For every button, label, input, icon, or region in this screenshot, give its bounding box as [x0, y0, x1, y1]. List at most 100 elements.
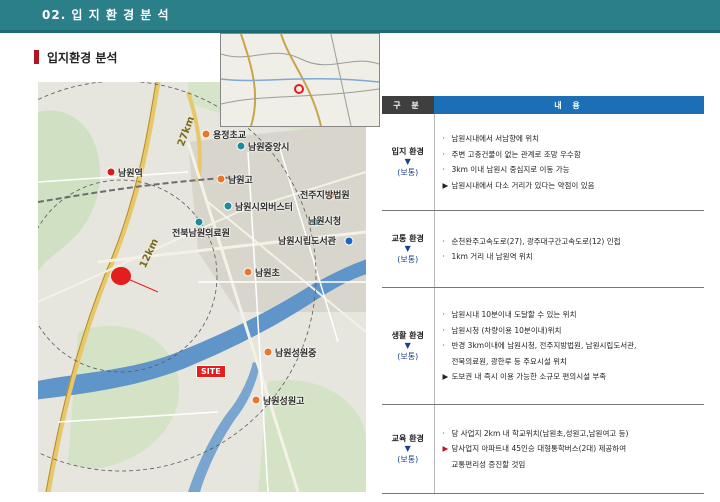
down-arrow-icon: ▼ [404, 244, 411, 253]
inset-map-graphic [221, 34, 379, 126]
arrow-right-icon: ▶ [442, 372, 449, 382]
rating-label: (보통) [397, 168, 419, 177]
bullet-text: 전북의료원, 광한루 등 주요시설 위치 [451, 356, 567, 366]
category-cell: 교통 환경 ▼ (보통) [382, 210, 435, 288]
school-dot [243, 267, 253, 277]
content-cell: · 당 사업지 2km 내 학교위치(남원초,성원고,남원여고 등) ▶ 당사업지 … [434, 404, 704, 494]
place-label: 남원시외버스터 [235, 203, 293, 213]
rating-label: (보통) [397, 455, 419, 464]
river-branch [188, 362, 260, 492]
bullet-text: 남원시내 10분이내 도달할 수 있는 위치 [451, 310, 577, 320]
site-label: SITE [196, 365, 226, 378]
bullet-text: 당 사업지 2km 내 학교위치(남원초,성원고,남원여고 등) [451, 428, 629, 438]
table-row: 입지 환경 ▼ (보통) · 남원시내에서 서남향에 위치 · 주변 고층건물이 없… [382, 114, 704, 211]
table-header-row: 구 분 내 용 [382, 96, 704, 114]
category-cell: 교육 환경 ▼ (보통) [382, 404, 435, 494]
bullet-item: · 남원시내 10분이내 도달할 수 있는 위치 [443, 307, 697, 323]
facility-dot [236, 141, 246, 151]
content-cell: · 남원시내 10분이내 도달할 수 있는 위치 · 남원시청 (차량이용 10분이… [434, 287, 704, 405]
bullet-item: · 남원시내에서 서남향에 위치 [443, 131, 697, 147]
place-label: 남원초 [255, 269, 280, 279]
bullet-item: · 반경 3km이내에 남원시청, 전주지방법원, 남원시립도서관, [443, 338, 697, 354]
bullet-icon: · [442, 149, 445, 159]
category-name: 입지 환경 [391, 147, 424, 156]
school-dot [216, 174, 226, 184]
bullet-item: · 주변 고층건물이 없는 관계로 조망 우수함 [443, 147, 697, 163]
category-name: 생활 환경 [391, 331, 424, 340]
analysis-table: 구 분 내 용 입지 환경 ▼ (보통) · 남원시내에서 서남향에 위치 · 주변… [382, 96, 704, 494]
facility-dot [223, 201, 233, 211]
bullet-icon: · [442, 325, 445, 335]
bullet-item: · 1km 거리 내 남원역 위치 [443, 249, 697, 265]
place-label: 전북남원의료원 [172, 229, 230, 239]
section-title-text: 입지환경 분석 [47, 51, 118, 65]
bullet-item: ▶ 남원시내에서 다소 거리가 있다는 약점이 있음 [443, 178, 697, 194]
hill-area [38, 110, 100, 272]
bullet-text: 주변 고층건물이 없는 관계로 조망 우수함 [451, 149, 581, 159]
school-dot [201, 129, 211, 139]
arrow-right-icon: ▶ [442, 444, 449, 454]
place-label: 남원성원중 [275, 349, 317, 359]
content-cell: · 남원시내에서 서남향에 위치 · 주변 고층건물이 없는 관계로 조망 우수함 … [434, 114, 704, 211]
place-label: 전주지방법원 [300, 191, 350, 201]
section-marker [34, 50, 39, 64]
bullet-text: 3km 이내 남원시 중심지로 이동 가능 [451, 165, 570, 174]
bullet-text: 도보권 내 즉시 이용 가능한 소규모 편의시설 부족 [451, 372, 607, 382]
inset-river [221, 78, 379, 83]
bullet-icon: · [442, 341, 445, 351]
arrow-right-icon: ▶ [442, 180, 449, 190]
place-label: 남원시청 [308, 217, 342, 227]
table-row: 교육 환경 ▼ (보통) · 당 사업지 2km 내 학교위치(남원초,성원고,남… [382, 404, 704, 494]
content-cell: · 순천완주고속도로(27), 광주대구간고속도로(12) 인접 · 1km 거리 … [434, 210, 704, 288]
category-name: 교육 환경 [391, 434, 424, 443]
site-marker [111, 267, 131, 285]
place-label: 남원역 [118, 169, 143, 179]
inset-road [221, 88, 379, 105]
place-label: 남원성원고 [263, 397, 305, 407]
hill-area [68, 325, 180, 469]
down-arrow-icon: ▼ [404, 157, 411, 166]
bullet-item: · 당 사업지 2km 내 학교위치(남원초,성원고,남원여고 등) [443, 426, 697, 442]
table-row: 생활 환경 ▼ (보통) · 남원시내 10분이내 도달할 수 있는 위치 · 남원… [382, 287, 704, 405]
place-label: 남원고 [228, 176, 253, 186]
table-row: 교통 환경 ▼ (보통) · 순천완주고속도로(27), 광주대구간고속도로(12… [382, 210, 704, 288]
bullet-text: 1km 거리 내 남원역 위치 [451, 252, 533, 261]
header-category: 구 분 [382, 96, 434, 114]
city-hall-dot [344, 236, 354, 246]
inset-road [221, 52, 379, 66]
bullet-continuation: 전북의료원, 광한루 등 주요시설 위치 [443, 354, 697, 370]
inset-site-marker [294, 84, 304, 94]
rating-label: (보통) [397, 352, 419, 361]
page-header-title: 02. 입 지 환 경 분 석 [42, 8, 170, 22]
bullet-icon: · [442, 428, 445, 438]
down-arrow-icon: ▼ [404, 341, 411, 350]
school-dot [251, 395, 261, 405]
bullet-text: 당사업지 아파트내 45인승 대형통학버스(2대) 제공하여 [451, 444, 627, 454]
location-map: 27km 12km 남원역 용정초교 남원중앙시 남원고 남원시외버스터 전북남… [38, 82, 366, 492]
category-cell: 생활 환경 ▼ (보통) [382, 287, 435, 405]
header-bar: 02. 입 지 환 경 분 석 [0, 0, 720, 33]
header-content: 내 용 [434, 96, 704, 114]
station-dot [106, 167, 116, 177]
category-cell: 입지 환경 ▼ (보통) [382, 114, 435, 211]
bullet-icon: · [442, 310, 445, 320]
bullet-text: 남원시청 (차량이용 10분이내)위치 [451, 325, 562, 335]
bullet-icon: · [442, 165, 445, 174]
bullet-text: 남원시내에서 다소 거리가 있다는 약점이 있음 [451, 180, 595, 190]
rating-label: (보통) [397, 255, 419, 264]
inset-map [220, 33, 380, 127]
category-name: 교통 환경 [391, 234, 424, 243]
down-arrow-icon: ▼ [404, 444, 411, 453]
bullet-text: 반경 3km이내에 남원시청, 전주지방법원, 남원시립도서관, [451, 341, 637, 351]
bullet-icon: · [442, 236, 445, 246]
bullet-item: · 남원시청 (차량이용 10분이내)위치 [443, 323, 697, 339]
bullet-continuation: 교통편리성 증진할 것임 [443, 457, 697, 473]
place-label: 용정초교 [213, 131, 247, 141]
bullet-icon: · [442, 252, 445, 261]
bullet-item: ▶ 도보권 내 즉시 이용 가능한 소규모 편의시설 부족 [443, 369, 697, 385]
bullet-icon: · [442, 134, 445, 143]
place-label: 남원중앙시 [248, 143, 290, 153]
place-label: 남원시립도서관 [278, 237, 336, 247]
bullet-text: 교통편리성 증진할 것임 [451, 459, 526, 469]
school-dot [263, 347, 273, 357]
